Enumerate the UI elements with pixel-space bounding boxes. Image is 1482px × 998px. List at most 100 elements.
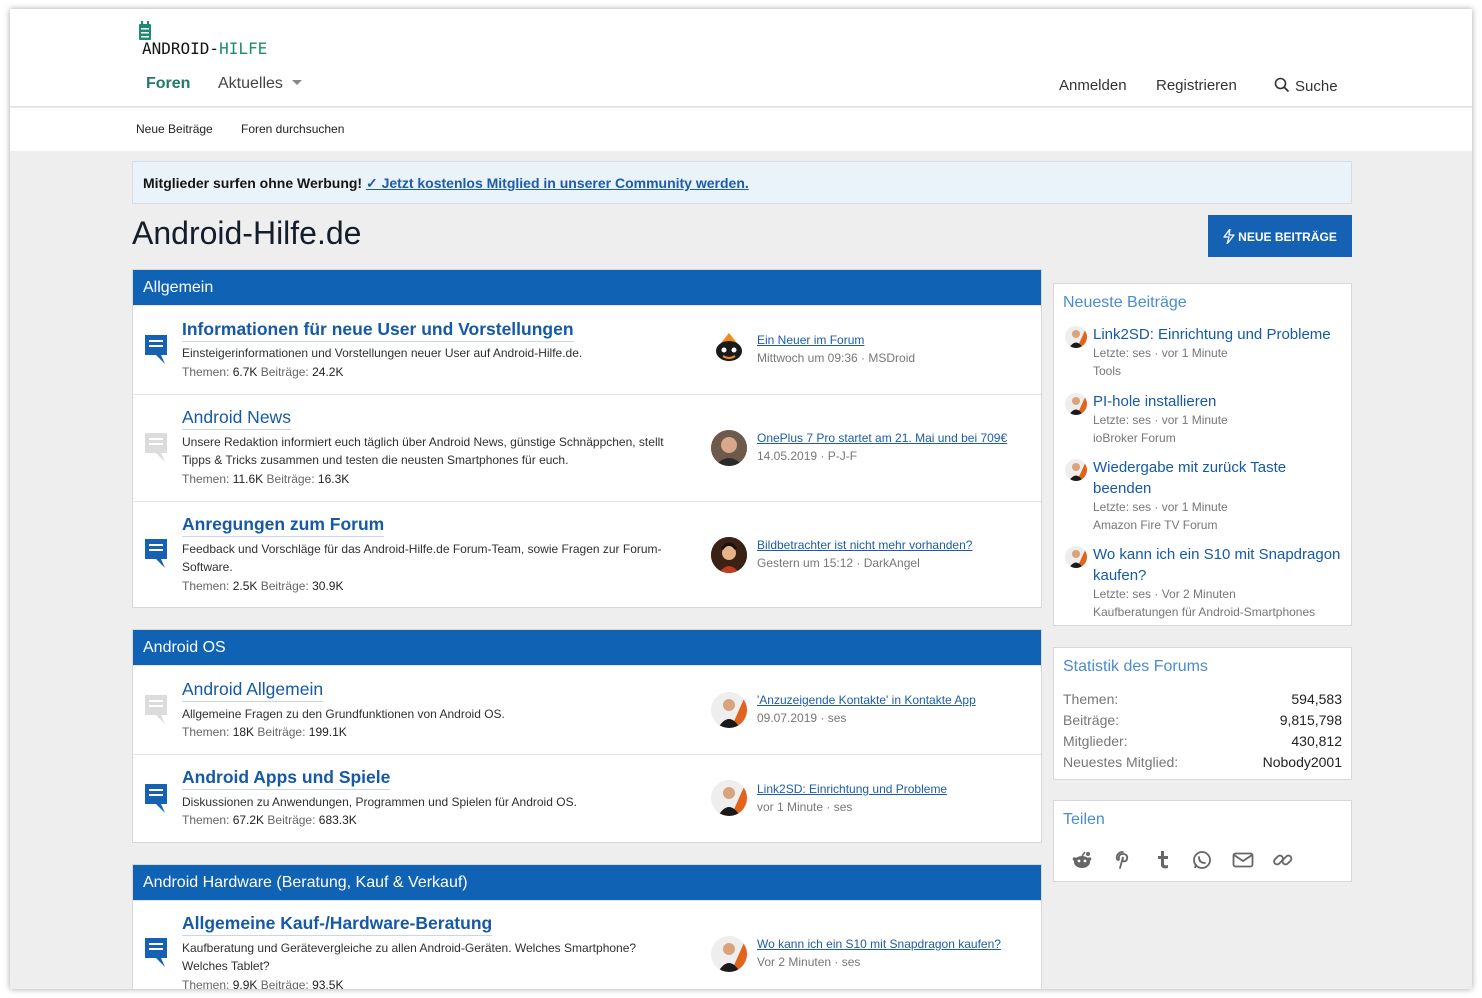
forum-title[interactable]: Android Allgemein (182, 679, 324, 702)
avatar[interactable] (711, 936, 747, 972)
last-post-title[interactable]: 'Anzuzeigende Kontakte' in Kontakte App (757, 693, 976, 707)
latest-post-forum[interactable]: Tools (1093, 364, 1121, 378)
stat-value: 9,815,798 (1279, 712, 1342, 728)
forum-description: Diskussionen zu Anwendungen, Programmen … (182, 795, 577, 809)
stat-label: Beiträge: (1063, 712, 1120, 728)
latest-posts-block: Neueste Beiträge Link2SD: Einrichtung un… (1053, 283, 1352, 626)
latest-posts-title[interactable]: Neueste Beiträge (1054, 284, 1351, 312)
last-post-meta: Gestern um 15:12 · DarkAngel (757, 556, 920, 570)
category-android-hardware: Android Hardware (Beratung, Kauf & Verka… (132, 864, 1042, 989)
latest-post-forum[interactable]: Amazon Fire TV Forum (1093, 518, 1217, 532)
forum-title[interactable]: Android Apps und Spiele (182, 767, 391, 790)
forum-node: Anregungen zum Forum Feedback und Vorsch… (133, 501, 1041, 607)
bolt-icon (1223, 228, 1235, 245)
forum-description: Kaufberatung und Gerätevergleiche zu all… (182, 941, 637, 973)
latest-post-title[interactable]: Wiedergabe mit zurück Taste beenden (1093, 457, 1343, 499)
pinterest-icon[interactable] (1113, 850, 1133, 870)
last-post-meta: Vor 2 Minuten · ses (757, 955, 861, 969)
android-robot-icon (139, 21, 151, 40)
forum-unread-icon (145, 335, 167, 364)
forum-read-icon (145, 695, 167, 724)
avatar[interactable] (1065, 546, 1087, 568)
stat-value: 430,812 (1291, 733, 1342, 749)
avatar[interactable] (711, 331, 747, 367)
tab-aktuelles-label: Aktuelles (218, 75, 283, 92)
category-title[interactable]: Android OS (133, 630, 1041, 665)
last-post-title[interactable]: Link2SD: Einrichtung und Probleme (757, 782, 947, 796)
forum-node: Android Allgemein Allgemeine Fragen zu d… (133, 665, 1041, 754)
latest-post-title[interactable]: Link2SD: Einrichtung und Probleme (1093, 324, 1343, 345)
avatar[interactable] (711, 692, 747, 728)
category-title[interactable]: Allgemein (133, 270, 1041, 305)
forum-description: Feedback und Vorschläge für das Android-… (182, 542, 662, 574)
forum-title[interactable]: Android News (182, 407, 291, 430)
search-label: Suche (1295, 78, 1338, 95)
category-android-os: Android OS Android Allgemein Allgemeine … (132, 629, 1042, 843)
email-icon[interactable] (1232, 850, 1254, 870)
latest-post-meta: Letzte: ses · Vor 2 Minuten (1093, 587, 1236, 601)
forum-stats: Themen: 6.7K Beiträge: 24.2K (182, 365, 344, 379)
forum-title[interactable]: Allgemeine Kauf-/Hardware-Beratung (182, 913, 493, 936)
post-count: 24.2K (312, 365, 344, 379)
notice-register-link[interactable]: ✓ Jetzt kostenlos Mitglied in unserer Co… (366, 175, 749, 191)
last-post-meta: Mittwoch um 09:36 · MSDroid (757, 351, 916, 365)
last-post-meta: 14.05.2019 · P-J-F (757, 449, 858, 463)
thread-count: 6.7K (232, 365, 258, 379)
newest-member-link[interactable]: Nobody2001 (1263, 754, 1342, 770)
forum-unread-icon (145, 938, 167, 967)
tumblr-icon[interactable] (1153, 850, 1173, 870)
subnav-search-forums[interactable]: Foren durchsuchen (241, 122, 344, 136)
stat-label: Mitglieder: (1063, 733, 1128, 749)
logo-text-hilfe: HILFE (219, 39, 268, 58)
site-logo[interactable]: ANDROID-HILFE (136, 19, 268, 61)
forum-stats-block: Statistik des Forums Themen: 594,583 Beit… (1053, 647, 1352, 780)
share-title: Teilen (1063, 811, 1105, 828)
register-link[interactable]: Registrieren (1156, 77, 1237, 94)
stat-label: Themen: (1063, 691, 1119, 707)
whatsapp-icon[interactable] (1192, 850, 1212, 870)
link-icon[interactable] (1272, 850, 1294, 870)
post-count: 199.1K (308, 725, 347, 739)
category-allgemein: Allgemein Informationen für neue User un… (132, 269, 1042, 608)
sub-navigation: Neue Beiträge Foren durchsuchen (10, 108, 1472, 151)
forum-title[interactable]: Anregungen zum Forum (182, 514, 385, 537)
latest-post-forum[interactable]: Kaufberatungen für Android-Smartphones (1093, 605, 1315, 619)
thread-count: 18K (232, 725, 255, 739)
latest-post-title[interactable]: Wo kann ich ein S10 mit Snapdragon kaufe… (1093, 544, 1343, 586)
avatar[interactable] (1065, 459, 1087, 481)
latest-post-forum[interactable]: ioBroker Forum (1093, 431, 1176, 445)
share-block: Teilen (1053, 800, 1352, 882)
latest-post-meta: Letzte: ses · vor 1 Minute (1093, 413, 1228, 427)
avatar[interactable] (1065, 326, 1087, 348)
last-post-title[interactable]: Wo kann ich ein S10 mit Snapdragon kaufe… (757, 937, 1001, 951)
category-title[interactable]: Android Hardware (Beratung, Kauf & Verka… (133, 865, 1041, 900)
last-post-title[interactable]: OnePlus 7 Pro startet am 21. Mai und bei… (757, 431, 1007, 445)
latest-post-meta: Letzte: ses · vor 1 Minute (1093, 500, 1228, 514)
tab-foren[interactable]: Foren (146, 75, 190, 93)
avatar[interactable] (1065, 393, 1087, 415)
forum-title[interactable]: Informationen für neue User und Vorstell… (182, 319, 574, 342)
thread-count: 67.2K (232, 813, 265, 827)
last-post-title[interactable]: Ein Neuer im Forum (757, 333, 864, 347)
forum-node: Android News Unsere Redaktion informiert… (133, 394, 1041, 501)
forum-node: Android Apps und Spiele Diskussionen zu … (133, 754, 1041, 843)
reddit-icon[interactable] (1072, 850, 1092, 870)
search-button[interactable]: Suche (1274, 77, 1338, 95)
tab-aktuelles[interactable]: Aktuelles (218, 75, 302, 93)
avatar[interactable] (711, 537, 747, 573)
forum-description: Unsere Redaktion informiert euch täglich… (182, 435, 664, 467)
subnav-new-posts[interactable]: Neue Beiträge (136, 122, 213, 136)
avatar[interactable] (711, 430, 747, 466)
forum-stats: Themen: 67.2K Beiträge: 683.3K (182, 813, 357, 827)
forum-stats-title: Statistik des Forums (1063, 658, 1208, 675)
post-count: 683.3K (318, 813, 357, 827)
forum-node: Informationen für neue User und Vorstell… (133, 305, 1041, 394)
last-post-title[interactable]: Bildbetrachter ist nicht mehr vorhanden? (757, 538, 972, 552)
avatar[interactable] (711, 780, 747, 816)
new-posts-button[interactable]: NEUE BEITRÄGE (1208, 215, 1352, 257)
latest-post-meta: Letzte: ses · vor 1 Minute (1093, 346, 1228, 360)
forum-stats: Themen: 11.6K Beiträge: 16.3K (182, 472, 350, 486)
browser-viewport: ANDROID-HILFE Foren Aktuelles Anmelden R… (10, 9, 1472, 989)
login-link[interactable]: Anmelden (1059, 77, 1127, 94)
latest-post-title[interactable]: PI-hole installieren (1093, 391, 1343, 412)
